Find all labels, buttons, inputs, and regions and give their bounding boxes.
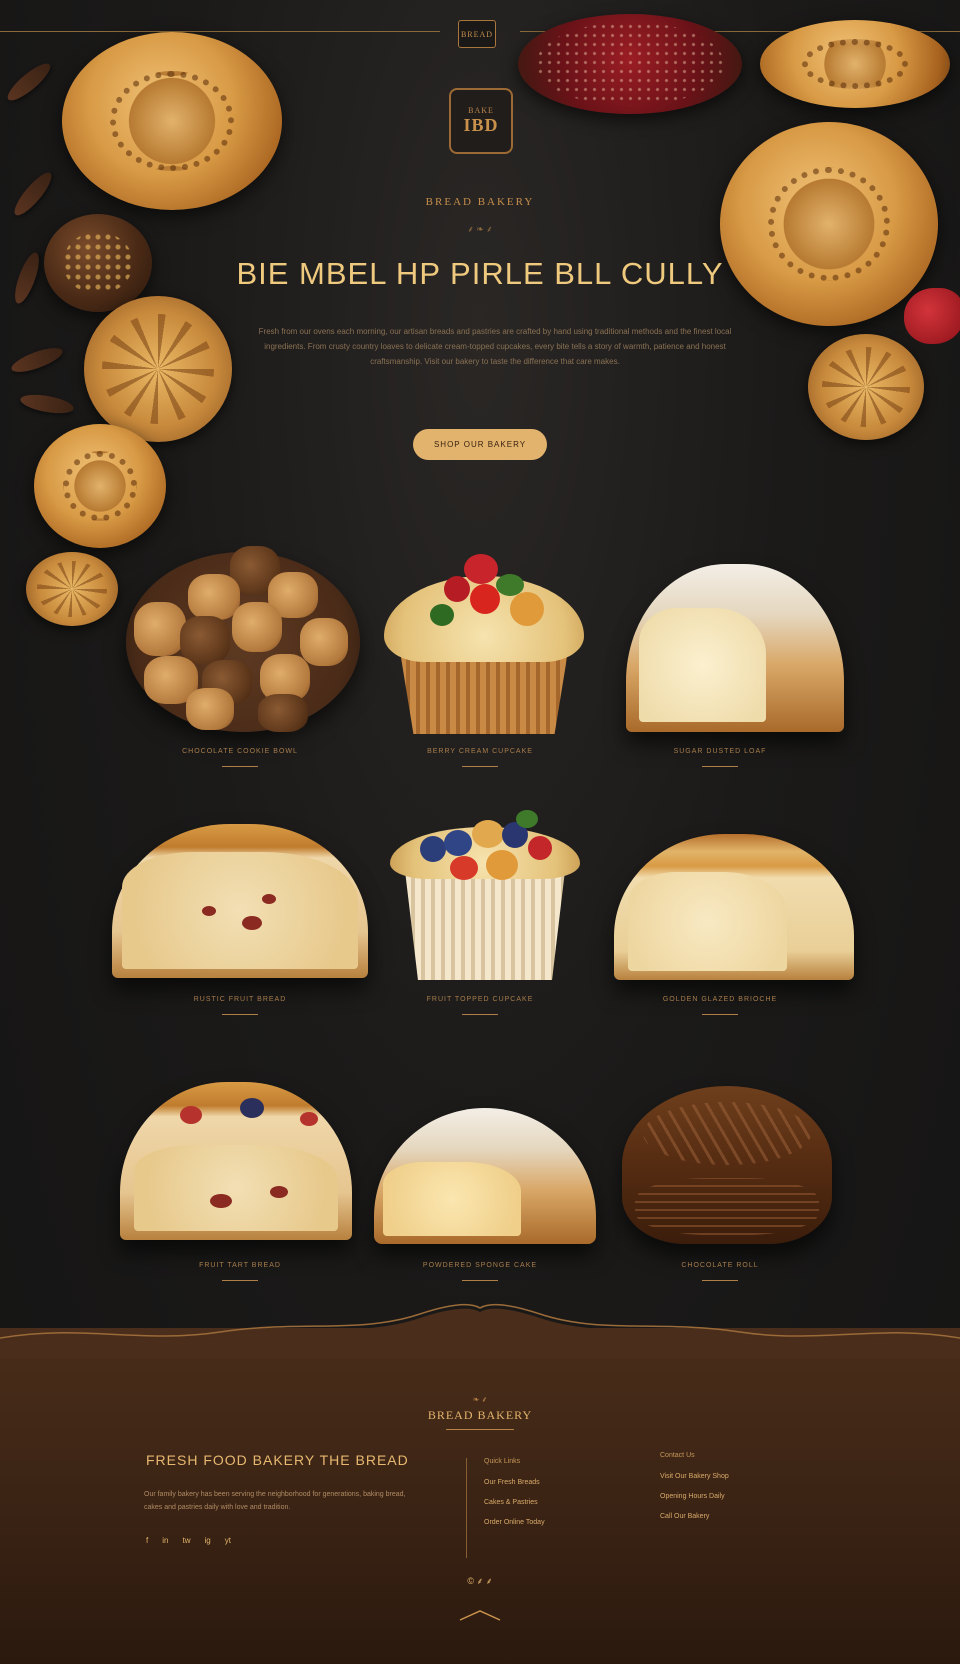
emblem-big-text: IBD — [463, 115, 499, 135]
scroll-top-chevron-icon[interactable] — [456, 1608, 504, 1622]
hero-title: BIE MBEL HP PIRLE BLL CULLY — [236, 256, 724, 291]
footer-heading: BREAD BAKERY — [427, 1408, 533, 1422]
kicker-ornament-icon: ⸙ ❧ ⸙ — [467, 224, 493, 234]
facebook-icon[interactable]: f — [146, 1536, 148, 1545]
product-underline — [702, 1014, 738, 1015]
product-underline — [702, 1280, 738, 1281]
youtube-icon[interactable]: yt — [225, 1536, 231, 1545]
footer-link[interactable]: Order Online Today — [484, 1519, 545, 1526]
product-image — [360, 1058, 600, 1258]
linkedin-icon[interactable]: in — [162, 1536, 168, 1545]
footer-heading-underline — [446, 1429, 514, 1430]
footer-link[interactable]: Opening Hours Daily — [660, 1493, 729, 1500]
product-card[interactable]: POWDERED SPONGE CAKE — [360, 1058, 600, 1298]
cta-button[interactable]: SHOP OUR BAKERY — [413, 429, 547, 460]
footer-description: Our family bakery has been serving the n… — [144, 1491, 406, 1511]
product-underline — [462, 1014, 498, 1015]
hero-kicker: BREAD BAKERY — [425, 196, 535, 208]
product-card[interactable]: FRUIT TOPPED CUPCAKE — [360, 792, 600, 1032]
product-card[interactable]: CHOCOLATE COOKIE BOWL — [120, 544, 360, 784]
product-card[interactable]: BERRY CREAM CUPCAKE — [360, 544, 600, 784]
cinnamon-leaf-decoration — [3, 58, 55, 106]
product-label: BERRY CREAM CUPCAKE — [427, 748, 533, 755]
product-underline — [462, 766, 498, 767]
footer-copyright: © ⸙ ⸙ — [467, 1576, 493, 1586]
hero-description: Fresh from our ovens each morning, our a… — [258, 327, 732, 366]
product-underline — [222, 1014, 258, 1015]
footer-link[interactable]: Visit Our Bakery Shop — [660, 1473, 729, 1480]
footer-column-heading: Quick Links — [484, 1458, 521, 1465]
footer-title: FRESH FOOD BAKERY THE BREAD — [146, 1452, 409, 1468]
product-label: FRUIT TART BREAD — [199, 1262, 281, 1269]
cinnamon-leaf-decoration — [8, 343, 66, 377]
footer-column-heading: Contact Us — [660, 1452, 695, 1459]
footer-column-contact: Contact Us Visit Our Bakery Shop Opening… — [660, 1452, 729, 1533]
cinnamon-leaf-decoration — [10, 249, 44, 307]
product-image — [120, 544, 360, 744]
product-label: RUSTIC FRUIT BREAD — [193, 996, 287, 1003]
product-label: POWDERED SPONGE CAKE — [422, 1262, 538, 1269]
twitter-icon[interactable]: tw — [182, 1536, 190, 1545]
pastry-small-decoration — [26, 552, 118, 626]
footer-link[interactable]: Cakes & Pastries — [484, 1499, 545, 1506]
pastry-chocolate-decoration — [44, 214, 152, 312]
instagram-icon[interactable]: ig — [204, 1536, 210, 1545]
cinnamon-leaf-decoration — [9, 168, 57, 220]
product-underline — [462, 1280, 498, 1281]
footer-link[interactable]: Our Fresh Breads — [484, 1479, 545, 1486]
pastry-ring-decoration — [62, 32, 282, 210]
footer-ornament-icon: ❧ ⸙ — [472, 1395, 488, 1404]
product-image — [600, 1058, 840, 1258]
product-card[interactable]: RUSTIC FRUIT BREAD — [112, 792, 368, 1032]
footer-column-links: Quick Links Our Fresh Breads Cakes & Pas… — [484, 1458, 545, 1539]
product-card[interactable]: GOLDEN GLAZED BRIOCHE — [600, 792, 854, 1032]
product-image — [600, 544, 844, 744]
pastry-ring-decoration — [760, 20, 950, 108]
product-underline — [702, 766, 738, 767]
product-card[interactable]: FRUIT TART BREAD — [120, 1058, 360, 1298]
pastry-flower-decoration — [808, 334, 924, 440]
cinnamon-leaf-decoration — [19, 391, 75, 417]
product-card[interactable]: SUGAR DUSTED LOAF — [600, 544, 844, 784]
product-label: FRUIT TOPPED CUPCAKE — [426, 996, 534, 1003]
product-image — [112, 792, 368, 992]
pastry-almond-decoration — [84, 296, 232, 442]
strawberry-decoration — [904, 288, 960, 344]
footer: ❧ ⸙ BREAD BAKERY FRESH FOOD BAKERY THE B… — [0, 1303, 960, 1664]
top-bar-rule-left — [0, 31, 440, 32]
product-label: SUGAR DUSTED LOAF — [673, 748, 767, 755]
product-underline — [222, 766, 258, 767]
product-image — [600, 792, 854, 992]
product-image — [120, 1058, 360, 1258]
social-links: f in tw ig yt — [146, 1536, 231, 1545]
footer-scroll-ornament — [0, 1303, 960, 1358]
pastry-flower-decoration — [34, 424, 166, 548]
page: BREAD BAKE IBD BREAD BAKERY ⸙ ❧ ⸙ BIE MB… — [0, 0, 960, 1664]
product-image — [360, 544, 600, 744]
emblem-small-text: BAKE — [468, 106, 494, 115]
product-label: CHOCOLATE ROLL — [681, 1262, 759, 1269]
product-label: GOLDEN GLAZED BRIOCHE — [662, 996, 778, 1003]
pastry-berry-decoration — [518, 14, 742, 114]
bakery-emblem: BAKE IBD — [449, 88, 513, 154]
top-logo-badge[interactable]: BREAD — [458, 20, 496, 48]
footer-link[interactable]: Call Our Bakery — [660, 1513, 729, 1520]
footer-divider — [466, 1458, 467, 1558]
product-label: CHOCOLATE COOKIE BOWL — [182, 748, 298, 755]
product-card[interactable]: CHOCOLATE ROLL — [600, 1058, 840, 1298]
pastry-crusty-decoration — [720, 122, 938, 326]
product-underline — [222, 1280, 258, 1281]
product-image — [360, 792, 600, 992]
